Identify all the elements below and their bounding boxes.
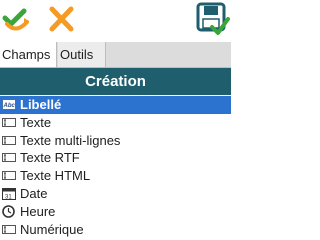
tab-bar: Champs Outils — [0, 42, 231, 68]
tab-outils[interactable]: Outils — [58, 42, 106, 67]
text-field-icon — [2, 152, 16, 163]
field-type-list: Abc Libellé Texte Texte multi-lignes Tex… — [0, 96, 231, 238]
list-item-texte[interactable]: Texte — [0, 114, 231, 132]
section-header: Création — [0, 68, 231, 95]
list-item-label: Numérique — [20, 221, 84, 237]
cross-icon — [49, 6, 74, 32]
list-item-label: Texte — [20, 114, 52, 130]
list-item-texte-multi-lignes[interactable]: Texte multi-lignes — [0, 132, 231, 150]
list-item-label: Date — [20, 185, 48, 201]
calendar-icon: 31 — [2, 187, 16, 200]
list-item-label: Texte RTF — [20, 150, 80, 166]
label-abc-icon: Abc — [2, 99, 16, 110]
check-arrow-icon — [2, 8, 29, 31]
validate-button[interactable] — [2, 4, 32, 34]
save-check-icon — [196, 2, 230, 35]
list-item-label: Texte multi-lignes — [20, 132, 121, 148]
text-field-icon — [2, 117, 16, 128]
list-item-texte-html[interactable]: Texte HTML — [0, 167, 231, 185]
text-field-icon — [2, 135, 16, 146]
text-field-icon — [2, 224, 16, 235]
list-item-date[interactable]: 31 Date — [0, 185, 231, 203]
list-item-numerique[interactable]: Numérique — [0, 221, 231, 238]
list-item-libelle[interactable]: Abc Libellé — [0, 96, 231, 114]
list-item-texte-rtf[interactable]: Texte RTF — [0, 149, 231, 167]
save-button[interactable] — [196, 2, 230, 36]
svg-text:Abc: Abc — [3, 103, 16, 109]
list-item-heure[interactable]: Heure — [0, 203, 231, 221]
toolbar — [0, 0, 231, 40]
text-field-icon — [2, 170, 16, 181]
cancel-button[interactable] — [46, 4, 76, 34]
tab-champs[interactable]: Champs — [0, 42, 57, 67]
list-item-label: Heure — [20, 203, 56, 219]
list-item-label: Libellé — [20, 97, 62, 112]
list-item-label: Texte HTML — [20, 168, 91, 184]
clock-icon — [2, 204, 16, 218]
svg-text:31: 31 — [5, 194, 12, 200]
